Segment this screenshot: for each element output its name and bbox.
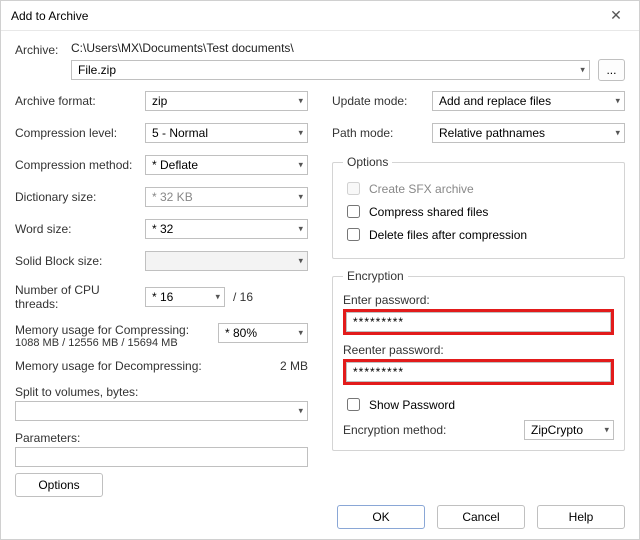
delete-after-checkbox[interactable] — [347, 228, 360, 241]
options-legend: Options — [343, 155, 392, 169]
word-size-select[interactable] — [145, 219, 308, 239]
help-button[interactable]: Help — [537, 505, 625, 529]
options-button[interactable]: Options — [15, 473, 103, 497]
mem-compress-select[interactable] — [218, 323, 308, 343]
compression-method-label: Compression method: — [15, 158, 145, 172]
cpu-threads-select[interactable] — [145, 287, 225, 307]
enter-password-input[interactable] — [346, 312, 611, 332]
cpu-threads-total: / 16 — [233, 290, 253, 304]
options-fieldset: Options Create SFX archive Compress shar… — [332, 155, 625, 259]
compression-method-select[interactable] — [145, 155, 308, 175]
archive-path-text: C:\Users\MX\Documents\Test documents\ — [71, 41, 625, 55]
encryption-method-label: Encryption method: — [343, 423, 446, 437]
path-mode-label: Path mode: — [332, 126, 432, 140]
parameters-label: Parameters: — [15, 431, 308, 445]
mem-decompress-value: 2 MB — [280, 359, 308, 373]
encryption-fieldset: Encryption Enter password: Reenter passw… — [332, 269, 625, 451]
archive-filename-input[interactable] — [71, 60, 590, 80]
split-volumes-label: Split to volumes, bytes: — [15, 385, 308, 399]
encryption-method-select[interactable] — [524, 420, 614, 440]
dialog-window: Add to Archive ✕ Archive: C:\Users\MX\Do… — [0, 0, 640, 540]
parameters-input[interactable] — [15, 447, 308, 467]
dictionary-size-select[interactable] — [145, 187, 308, 207]
archive-format-label: Archive format: — [15, 94, 145, 108]
word-size-label: Word size: — [15, 222, 145, 236]
path-mode-select[interactable] — [432, 123, 625, 143]
cpu-threads-label: Number of CPU threads: — [15, 283, 145, 311]
mem-compress-detail: 1088 MB / 12556 MB / 15694 MB — [15, 337, 195, 349]
compress-shared-label: Compress shared files — [369, 205, 488, 219]
close-icon[interactable]: ✕ — [601, 7, 631, 24]
window-title: Add to Archive — [11, 9, 601, 23]
archive-label: Archive: — [15, 41, 71, 81]
update-mode-select[interactable] — [432, 91, 625, 111]
show-password-checkbox[interactable] — [347, 398, 360, 411]
update-mode-label: Update mode: — [332, 94, 432, 108]
password-highlight-1 — [343, 309, 614, 335]
show-password-label: Show Password — [369, 398, 455, 412]
browse-button[interactable]: ... — [598, 59, 625, 81]
split-volumes-select[interactable] — [15, 401, 308, 421]
mem-decompress-label: Memory usage for Decompressing: — [15, 359, 280, 373]
dictionary-size-label: Dictionary size: — [15, 190, 145, 204]
cancel-button[interactable]: Cancel — [437, 505, 525, 529]
enter-password-label: Enter password: — [343, 293, 614, 307]
archive-format-select[interactable] — [145, 91, 308, 111]
compress-shared-checkbox[interactable] — [347, 205, 360, 218]
compression-level-label: Compression level: — [15, 126, 145, 140]
reenter-password-label: Reenter password: — [343, 343, 614, 357]
solid-block-select — [145, 251, 308, 271]
delete-after-label: Delete files after compression — [369, 228, 527, 242]
sfx-checkbox — [347, 182, 360, 195]
encryption-legend: Encryption — [343, 269, 408, 283]
reenter-password-input[interactable] — [346, 362, 611, 382]
compression-level-select[interactable] — [145, 123, 308, 143]
mem-compress-label: Memory usage for Compressing: — [15, 323, 195, 337]
password-highlight-2 — [343, 359, 614, 385]
solid-block-label: Solid Block size: — [15, 254, 145, 268]
titlebar: Add to Archive ✕ — [1, 1, 639, 31]
ok-button[interactable]: OK — [337, 505, 425, 529]
sfx-label: Create SFX archive — [369, 182, 474, 196]
